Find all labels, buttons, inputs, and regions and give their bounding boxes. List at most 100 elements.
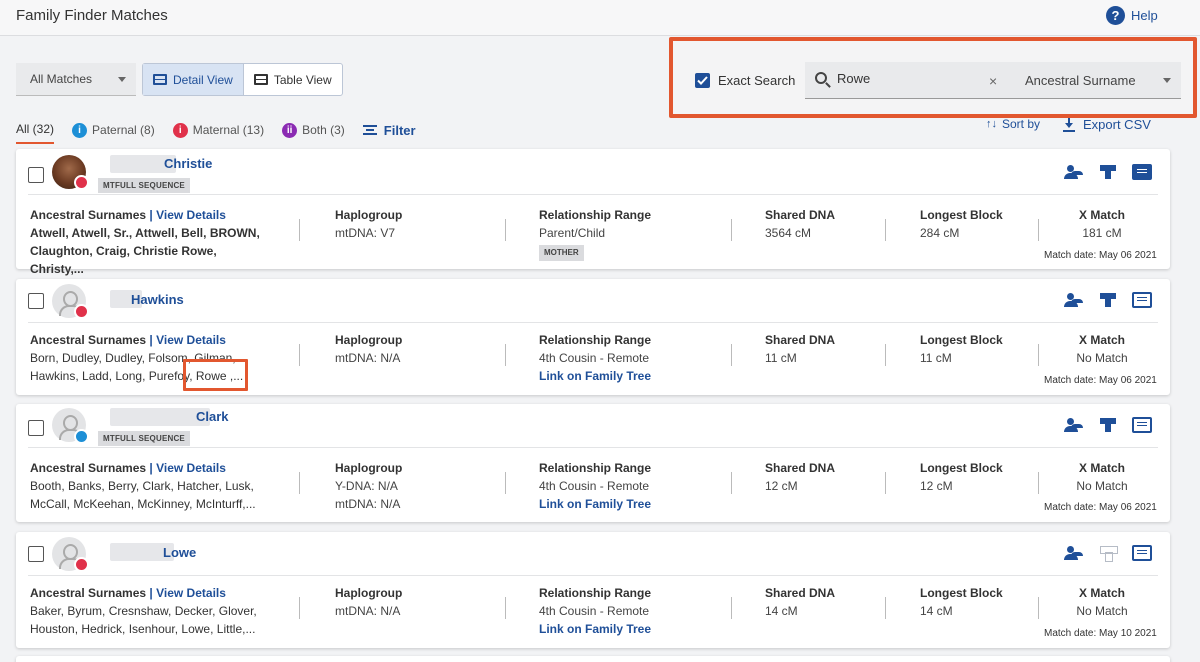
divider <box>505 597 506 619</box>
family-tree-link[interactable]: Link on Family Tree <box>539 367 651 385</box>
matches-filter-select[interactable]: All Matches <box>16 63 136 96</box>
table-view-button[interactable]: Table View <box>244 64 342 95</box>
shared-dna-column: Shared DNA 3564 cM <box>765 206 835 242</box>
x-match-column: X Match No Match <box>1056 331 1148 367</box>
tab-all-label: All (32) <box>16 122 55 136</box>
people-icon[interactable] <box>1064 164 1084 180</box>
detail-view-button[interactable]: Detail View <box>143 64 244 95</box>
haplogroup-column: Haplogroup mtDNA: N/A <box>335 584 402 620</box>
x-match-label: X Match <box>1078 586 1125 600</box>
match-name[interactable]: Clark <box>196 409 229 424</box>
help-icon: ? <box>1106 6 1125 25</box>
view-details-link[interactable]: | View Details <box>149 586 226 600</box>
match-actions <box>1064 292 1152 308</box>
match-checkbox[interactable] <box>28 420 44 436</box>
family-tree-link[interactable]: Link on Family Tree <box>539 620 651 638</box>
match-name[interactable]: Hawkins <box>131 292 184 307</box>
notes-icon[interactable] <box>1132 545 1152 561</box>
surnames-line: Booth, Banks, Berry, Clark, Hatcher, Lus… <box>30 479 254 493</box>
divider <box>299 344 300 366</box>
relationship-label: Relationship Range <box>539 586 652 600</box>
notes-icon[interactable] <box>1132 164 1152 180</box>
people-icon[interactable] <box>1064 545 1084 561</box>
shared-dna-value: 14 cM <box>765 604 798 618</box>
shared-dna-column: Shared DNA 11 cM <box>765 331 835 367</box>
family-tree-icon[interactable] <box>1098 417 1118 433</box>
tab-both[interactable]: ii Both (3) <box>282 116 345 144</box>
match-name[interactable]: Christie <box>164 156 212 171</box>
longest-block-label: Longest Block <box>920 461 1003 475</box>
page-header: Family Finder Matches ? Help <box>0 0 1200 36</box>
view-details-link[interactable]: | View Details <box>149 208 226 222</box>
match-date: Match date: May 06 2021 <box>1044 502 1157 513</box>
match-name[interactable]: Lowe <box>163 545 196 560</box>
divider <box>885 219 886 241</box>
divider <box>299 219 300 241</box>
chevron-down-icon <box>1163 78 1171 83</box>
match-date: Match date: May 06 2021 <box>1044 375 1157 386</box>
surnames-label: Ancestral Surnames <box>30 333 147 347</box>
search-hit-highlight <box>183 359 248 391</box>
people-icon[interactable] <box>1064 417 1084 433</box>
divider <box>299 472 300 494</box>
relationship-value: Parent/Child <box>539 226 606 240</box>
filter-button[interactable]: Filter <box>362 123 416 138</box>
match-actions <box>1064 545 1152 562</box>
people-icon[interactable] <box>1064 292 1084 308</box>
family-tree-icon[interactable] <box>1098 292 1118 308</box>
x-match-value: 181 cM <box>1082 226 1122 240</box>
x-match-value: No Match <box>1076 351 1128 365</box>
chevron-down-icon <box>118 77 126 82</box>
sort-by-button[interactable]: ↑↓ Sort by <box>986 117 1040 131</box>
surnames-line: Baker, Byrum, Cresnshaw, Decker, Glover, <box>30 604 257 618</box>
longest-block-value: 14 cM <box>920 604 953 618</box>
longest-block-value: 12 cM <box>920 479 953 493</box>
haplogroup-value: mtDNA: N/A <box>335 351 401 365</box>
match-checkbox[interactable] <box>28 167 44 183</box>
tab-all[interactable]: All (32) <box>16 116 55 144</box>
haplogroup-value: Y-DNA: N/A <box>335 479 398 493</box>
clear-search-icon[interactable]: × <box>989 73 997 89</box>
haplogroup-label: Haplogroup <box>335 208 403 222</box>
shared-dna-value: 11 cM <box>765 351 797 365</box>
view-details-link[interactable]: | View Details <box>149 333 226 347</box>
divider <box>885 597 886 619</box>
match-card: Lowe Ancestral Surnames | View Details B… <box>16 532 1170 648</box>
view-details-link[interactable]: | View Details <box>149 461 226 475</box>
notes-icon[interactable] <box>1132 292 1152 308</box>
relationship-column: Relationship Range 4th Cousin - Remote L… <box>539 459 651 513</box>
tab-both-label: Both (3) <box>302 123 345 137</box>
surnames-line: Claughton, Craig, Christie Rowe, Christy… <box>30 244 217 276</box>
tab-paternal[interactable]: i Paternal (8) <box>72 116 155 144</box>
surnames-label: Ancestral Surnames <box>30 208 147 222</box>
surnames-line: McCall, McKeehan, McKinney, McInturff,..… <box>30 497 256 511</box>
family-tree-link[interactable]: Link on Family Tree <box>539 495 651 513</box>
relationship-tabs: All (32) i Paternal (8) i Maternal (13) … <box>16 116 416 144</box>
notes-icon[interactable] <box>1132 417 1152 433</box>
haplogroup-value: mtDNA: V7 <box>335 226 396 240</box>
relationship-label: Relationship Range <box>539 461 652 475</box>
x-match-value: No Match <box>1076 479 1128 493</box>
search-input[interactable] <box>837 71 977 86</box>
tab-maternal[interactable]: i Maternal (13) <box>172 116 264 144</box>
export-csv-button[interactable]: Export CSV <box>1063 117 1151 132</box>
haplogroup-column: Haplogroup Y-DNA: N/A mtDNA: N/A <box>335 459 402 513</box>
male-icon <box>74 429 89 444</box>
longest-block-column: Longest Block 11 cM <box>920 331 1003 367</box>
match-checkbox[interactable] <box>28 293 44 309</box>
female-icon <box>74 175 89 190</box>
haplogroup-column: Haplogroup mtDNA: N/A <box>335 331 402 367</box>
search-panel: Exact Search × Ancestral Surname <box>669 37 1197 118</box>
shared-dna-label: Shared DNA <box>765 461 836 475</box>
help-link[interactable]: ? Help <box>1106 6 1158 25</box>
exact-search-checkbox[interactable]: Exact Search <box>695 73 795 88</box>
filter-icon <box>362 125 377 135</box>
search-field: × <box>805 62 1011 99</box>
surnames-line: Houston, Hedrick, Isenhour, Lowe, Little… <box>30 622 256 636</box>
divider <box>1038 219 1039 241</box>
match-checkbox[interactable] <box>28 546 44 562</box>
relationship-column: Relationship Range 4th Cousin - Remote L… <box>539 584 651 638</box>
family-tree-icon[interactable] <box>1098 164 1118 180</box>
shared-dna-column: Shared DNA 14 cM <box>765 584 835 620</box>
search-type-select[interactable]: Ancestral Surname <box>1011 62 1181 99</box>
